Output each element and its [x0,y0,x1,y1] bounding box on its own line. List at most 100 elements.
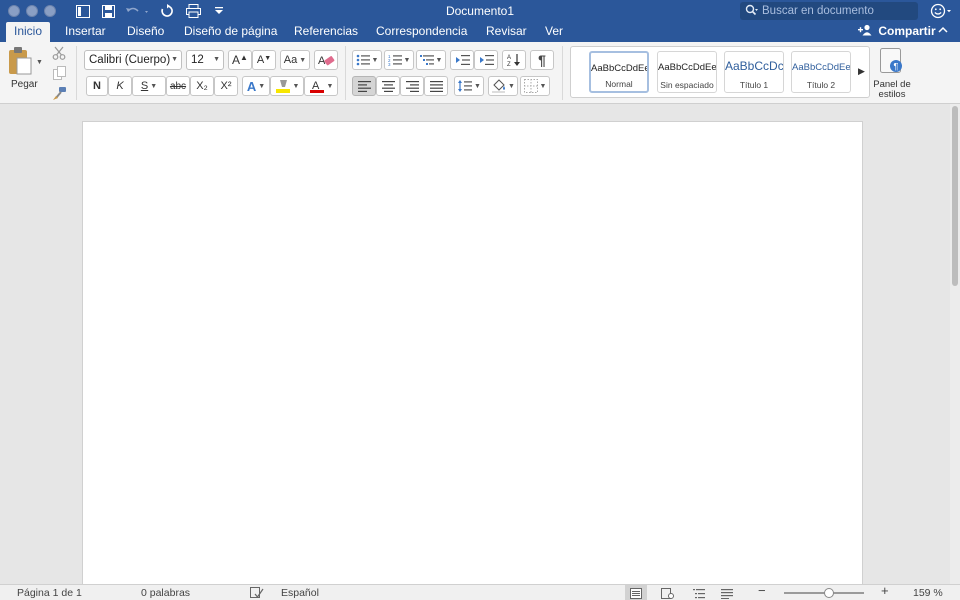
tab-inicio[interactable]: Inicio [6,22,51,42]
minimize-window-button[interactable] [26,5,38,17]
show-paragraph-marks-button[interactable]: ¶ [530,50,554,70]
document-page[interactable] [82,121,863,591]
collapse-ribbon-icon[interactable] [938,22,948,42]
tab-diseno[interactable]: Diseño [119,22,172,42]
zoom-slider-knob[interactable] [824,588,834,598]
zoom-window-button[interactable] [44,5,56,17]
copy-button[interactable] [49,64,69,82]
redo-icon[interactable] [158,2,176,20]
shading-button[interactable]: ▼ [488,76,518,96]
paste-dropdown-icon[interactable]: ▼ [36,59,43,66]
tab-referencias[interactable]: Referencias [286,22,366,42]
italic-button[interactable]: K [108,76,132,96]
word-count[interactable]: 0 palabras [141,586,190,600]
svg-text:3: 3 [388,62,391,66]
style-titulo-2[interactable]: AaBbCcDdEe Título 2 [791,51,851,93]
borders-button[interactable]: ▼ [520,76,550,96]
tab-correspondencia[interactable]: Correspondencia [368,22,475,42]
sort-button[interactable]: AZ [502,50,526,70]
tab-ver[interactable]: Ver [537,22,571,42]
clear-formatting-button[interactable]: A [314,50,338,70]
style-normal[interactable]: AaBbCcDdEe Normal [589,51,649,93]
font-color-button[interactable]: A ▼ [304,76,338,96]
draft-view-button[interactable] [716,585,738,600]
chevron-down-icon: ▼ [403,56,411,64]
text-effects-button[interactable]: A ▼ [242,76,270,96]
paint-bucket-icon [492,79,506,93]
shrink-font-button[interactable]: A▼ [252,50,276,70]
vertical-scrollbar[interactable] [950,104,960,584]
shrink-font-icon: A▼ [256,54,272,66]
decrease-indent-icon [455,55,470,65]
share-button[interactable]: Compartir [858,22,936,42]
style-titulo-1[interactable]: AaBbCcDc Título 1 [724,51,784,93]
align-left-button[interactable] [352,76,376,96]
highlighter-icon [275,79,290,93]
styles-pane-button[interactable]: Panel de estilos [870,80,914,100]
align-center-icon [381,80,395,92]
bold-button[interactable]: N [86,76,108,96]
separator [562,46,563,100]
grow-font-button[interactable]: A▲ [228,50,252,70]
superscript-button[interactable]: X² [214,76,238,96]
scrollbar-thumb[interactable] [952,106,958,286]
print-icon[interactable] [184,2,202,20]
justify-button[interactable] [424,76,448,96]
document-canvas[interactable] [0,104,950,591]
chevron-down-icon: ▼ [508,82,515,90]
text-effects-icon: A [246,78,257,94]
sidebar-toggle-icon[interactable] [74,2,92,20]
chevron-down-icon: ▼ [171,56,178,63]
proofing-icon[interactable] [250,587,264,600]
strikethrough-button[interactable]: abc [166,76,190,96]
styles-pane-label-2: estilos [878,89,906,100]
paste-button[interactable]: ▼ Pegar [6,46,44,96]
decrease-indent-button[interactable] [450,50,474,70]
subscript-button[interactable]: X₂ [190,76,214,96]
style-sin-espaciado[interactable]: AaBbCcDdEe Sin espaciado [657,51,717,93]
search-field[interactable]: Buscar en documento [740,2,918,20]
change-case-button[interactable]: Aa ▼ [280,50,310,70]
format-painter-button[interactable] [49,84,69,102]
numbering-button[interactable]: 1 2 3 ▼ [384,50,414,70]
separator [76,46,77,100]
numbered-list-icon: 123 [388,54,402,66]
increase-indent-button[interactable] [474,50,498,70]
zoom-in-button[interactable]: + [881,584,889,598]
close-window-button[interactable] [8,5,20,17]
underline-button[interactable]: S ▼ [132,76,166,96]
print-layout-view-button[interactable] [625,585,647,600]
undo-icon[interactable] [124,2,152,20]
copy-icon [52,66,66,80]
feedback-smiley-icon[interactable] [930,2,954,20]
multilevel-list-button[interactable]: ▼ [416,50,446,70]
align-right-button[interactable] [400,76,424,96]
line-spacing-button[interactable]: ▼ [454,76,484,96]
style-sample: AaBbCcDdEe [658,62,716,73]
styles-pane-icon[interactable]: ¶ [880,48,902,74]
font-size-select[interactable]: 12 ▼ [186,50,224,70]
highlight-color-button[interactable]: ▼ [270,76,304,96]
customize-toolbar-icon[interactable] [210,2,228,20]
add-person-icon [858,24,877,38]
ribbon-tab-bar: Inicio Insertar Diseño Diseño de página … [0,22,960,42]
save-icon[interactable] [99,2,117,20]
tab-revisar[interactable]: Revisar [478,22,535,42]
language[interactable]: Español [281,586,319,600]
zoom-level[interactable]: 159 % [913,586,943,600]
align-right-icon [405,80,419,92]
font-name-select[interactable]: Calibri (Cuerpo) ▼ [84,50,182,70]
zoom-out-button[interactable]: − [758,584,766,598]
tab-diseno-de-pagina[interactable]: Diseño de página [176,22,285,42]
bullets-button[interactable]: ▼ [352,50,382,70]
style-sample: AaBbCcDdEe [792,62,850,73]
gallery-next-icon[interactable]: ▶ [858,66,865,77]
outline-view-button[interactable] [688,585,710,600]
tab-insertar[interactable]: Insertar [57,22,114,42]
chevron-down-icon: ▼ [292,82,300,90]
underline-label: S [140,80,149,92]
web-layout-view-button[interactable] [656,585,678,600]
page-count[interactable]: Página 1 de 1 [17,586,82,600]
align-center-button[interactable] [376,76,400,96]
cut-button[interactable] [49,44,69,62]
